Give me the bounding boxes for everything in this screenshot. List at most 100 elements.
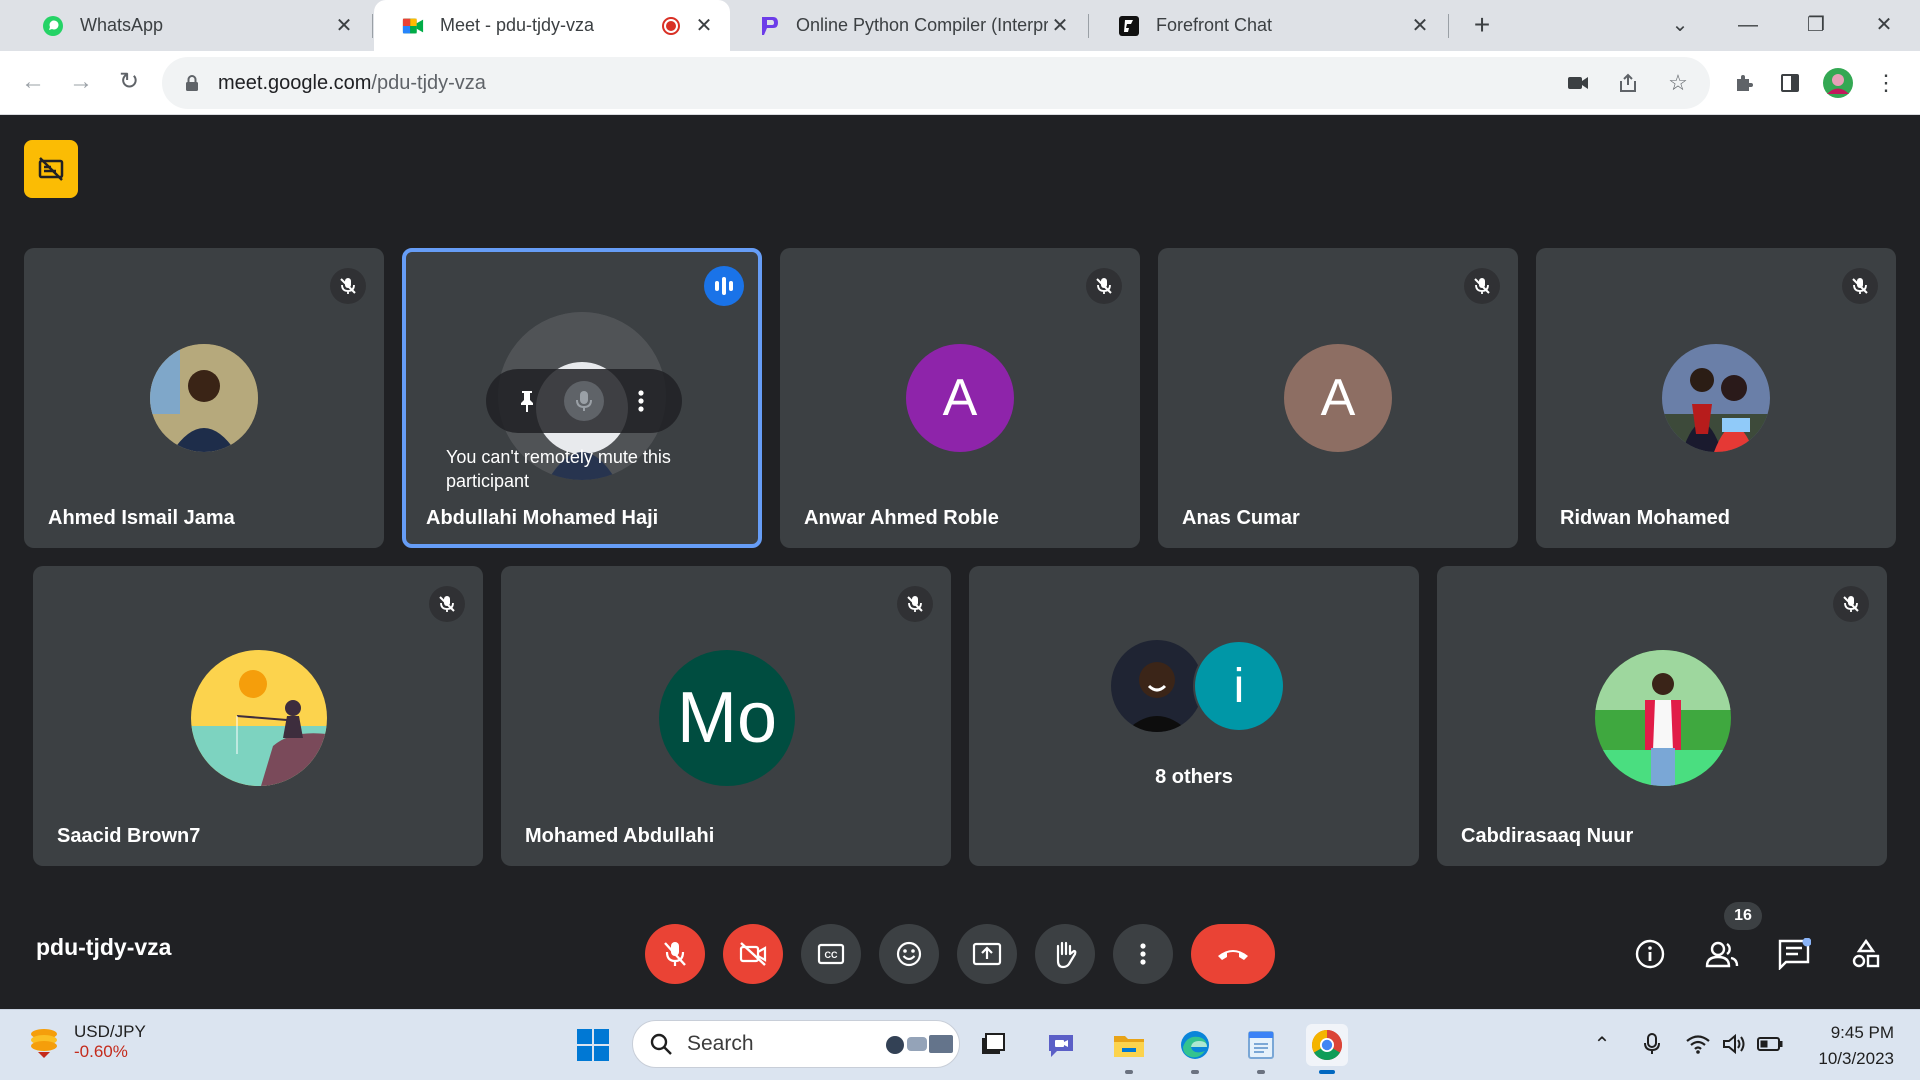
participant-tile[interactable]: Saacid Brown7 xyxy=(33,566,483,866)
meeting-details-button[interactable] xyxy=(1630,934,1670,974)
tab-whatsapp[interactable]: WhatsApp ✕ xyxy=(14,0,370,51)
edge-browser-icon[interactable] xyxy=(1174,1024,1216,1074)
leave-call-button[interactable] xyxy=(1191,924,1275,984)
search-placeholder: Search xyxy=(687,1032,754,1055)
tab-separator xyxy=(1448,14,1449,38)
search-highlight-icon xyxy=(886,1035,953,1054)
participant-hover-controls xyxy=(486,369,682,433)
muted-mic-icon xyxy=(1833,586,1869,622)
captions-button[interactable]: CC xyxy=(801,924,861,984)
profile-avatar[interactable] xyxy=(1822,67,1854,99)
reactions-button[interactable] xyxy=(879,924,939,984)
share-icon[interactable] xyxy=(1614,69,1642,97)
more-options-button[interactable] xyxy=(1113,924,1173,984)
others-tile[interactable]: i 8 others xyxy=(969,566,1419,866)
participant-tile[interactable]: Cabdirasaaq Nuur xyxy=(1437,566,1887,866)
participant-tile[interactable]: Ridwan Mohamed xyxy=(1536,248,1896,548)
participant-name: Anwar Ahmed Roble xyxy=(804,507,999,529)
participant-tile[interactable]: A Anwar Ahmed Roble xyxy=(780,248,1140,548)
clock-time: 9:45 PM xyxy=(1830,1023,1894,1042)
participant-tile-speaking[interactable]: You can't remotely mute this participant… xyxy=(402,248,762,548)
taskbar-search[interactable]: Search xyxy=(632,1020,960,1068)
close-tab-icon[interactable]: ✕ xyxy=(1408,13,1432,38)
tab-search-icon[interactable]: ⌄ xyxy=(1660,8,1700,42)
currency-icon xyxy=(31,1029,57,1058)
battery-icon[interactable] xyxy=(1756,1030,1784,1058)
mute-tooltip: You can't remotely mute this participant xyxy=(446,447,671,491)
tab-python-compiler[interactable]: Online Python Compiler (Interpreter) ✕ xyxy=(730,0,1086,51)
market-widget[interactable]: USD/JPY -0.60% xyxy=(26,1022,146,1062)
more-options-icon[interactable] xyxy=(621,381,661,421)
system-clock[interactable]: 9:45 PM 10/3/2023 xyxy=(1818,1020,1894,1072)
muted-mic-icon xyxy=(897,586,933,622)
avatar: A xyxy=(1284,344,1392,452)
tab-meet[interactable]: Meet - pdu-tjdy-vza ✕ xyxy=(374,0,730,51)
start-button[interactable] xyxy=(572,1024,614,1066)
chat-button[interactable] xyxy=(1774,934,1814,974)
avatar xyxy=(150,344,258,452)
ticker-symbol: USD/JPY xyxy=(74,1022,146,1041)
volume-icon[interactable] xyxy=(1720,1030,1748,1058)
raise-hand-button[interactable] xyxy=(1035,924,1095,984)
microphone-off-button[interactable] xyxy=(645,924,705,984)
forward-button[interactable]: → xyxy=(64,65,98,99)
svg-text:CC: CC xyxy=(825,950,838,960)
chrome-menu-icon[interactable]: ⋮ xyxy=(1870,67,1902,99)
camera-off-button[interactable] xyxy=(723,924,783,984)
extensions-icon[interactable] xyxy=(1728,67,1760,99)
whatsapp-icon xyxy=(42,15,64,37)
side-panel-icon[interactable] xyxy=(1774,67,1806,99)
participant-name: Anas Cumar xyxy=(1182,507,1300,529)
minimize-button[interactable]: — xyxy=(1728,8,1768,42)
back-button[interactable]: ← xyxy=(16,65,50,99)
participant-name: Mohamed Abdullahi xyxy=(525,825,715,847)
muted-mic-icon xyxy=(330,268,366,304)
wifi-icon[interactable] xyxy=(1684,1030,1712,1058)
present-screen-button[interactable] xyxy=(957,924,1017,984)
restore-button[interactable]: ❐ xyxy=(1796,8,1836,42)
meet-stage: Ahmed Ismail Jama You can't remotely mut… xyxy=(0,116,1920,1009)
reload-button[interactable]: ↻ xyxy=(112,65,146,99)
google-meet-icon xyxy=(402,15,424,37)
camera-in-use-icon[interactable] xyxy=(1564,69,1592,97)
microphone-in-use-icon[interactable] xyxy=(1638,1030,1666,1058)
tab-title: WhatsApp xyxy=(80,15,164,35)
notepad-app-icon[interactable] xyxy=(1240,1024,1282,1074)
bookmark-star-icon[interactable]: ☆ xyxy=(1664,69,1692,97)
speaking-indicator-icon xyxy=(704,266,744,306)
people-button[interactable] xyxy=(1702,934,1742,974)
activities-button[interactable] xyxy=(1846,934,1886,974)
close-tab-icon[interactable]: ✕ xyxy=(692,13,716,38)
lock-icon[interactable] xyxy=(182,73,202,93)
task-view-button[interactable] xyxy=(972,1024,1014,1066)
new-tab-button[interactable]: + xyxy=(1466,10,1498,42)
close-tab-icon[interactable]: ✕ xyxy=(332,13,356,38)
others-count-label: 8 others xyxy=(1155,766,1233,788)
windows-taskbar: USD/JPY -0.60% Search ⌃ 9:45 PM 10/3/202… xyxy=(0,1009,1920,1080)
address-bar[interactable]: meet.google.com/pdu-tjdy-vza ☆ xyxy=(162,57,1710,109)
avatar: i xyxy=(1193,640,1285,732)
file-explorer-icon[interactable] xyxy=(1108,1024,1150,1074)
show-hidden-icons-button[interactable]: ⌃ xyxy=(1588,1030,1616,1058)
participant-name: Saacid Brown7 xyxy=(57,825,201,847)
close-window-button[interactable]: ✕ xyxy=(1864,8,1904,42)
teams-chat-icon[interactable] xyxy=(1040,1024,1082,1066)
chrome-app-icon[interactable] xyxy=(1306,1024,1348,1074)
avatar xyxy=(1662,344,1770,452)
muted-mic-icon xyxy=(1464,268,1500,304)
participant-tile[interactable]: Mo Mohamed Abdullahi xyxy=(501,566,951,866)
avatar: A xyxy=(906,344,1014,452)
tab-separator xyxy=(372,14,373,38)
pin-icon[interactable] xyxy=(507,381,547,421)
url-path: /pdu-tjdy-vza xyxy=(371,71,486,94)
participant-tile[interactable]: A Anas Cumar xyxy=(1158,248,1518,548)
tab-forefront-chat[interactable]: Forefront Chat ✕ xyxy=(1090,0,1446,51)
close-tab-icon[interactable]: ✕ xyxy=(1048,13,1072,38)
muted-mic-icon xyxy=(1086,268,1122,304)
muted-mic-icon xyxy=(429,586,465,622)
mute-participant-icon[interactable] xyxy=(563,381,604,421)
search-icon xyxy=(650,1033,672,1055)
recording-icon xyxy=(660,15,682,37)
captions-off-indicator[interactable] xyxy=(24,140,78,198)
participant-tile[interactable]: Ahmed Ismail Jama xyxy=(24,248,384,548)
